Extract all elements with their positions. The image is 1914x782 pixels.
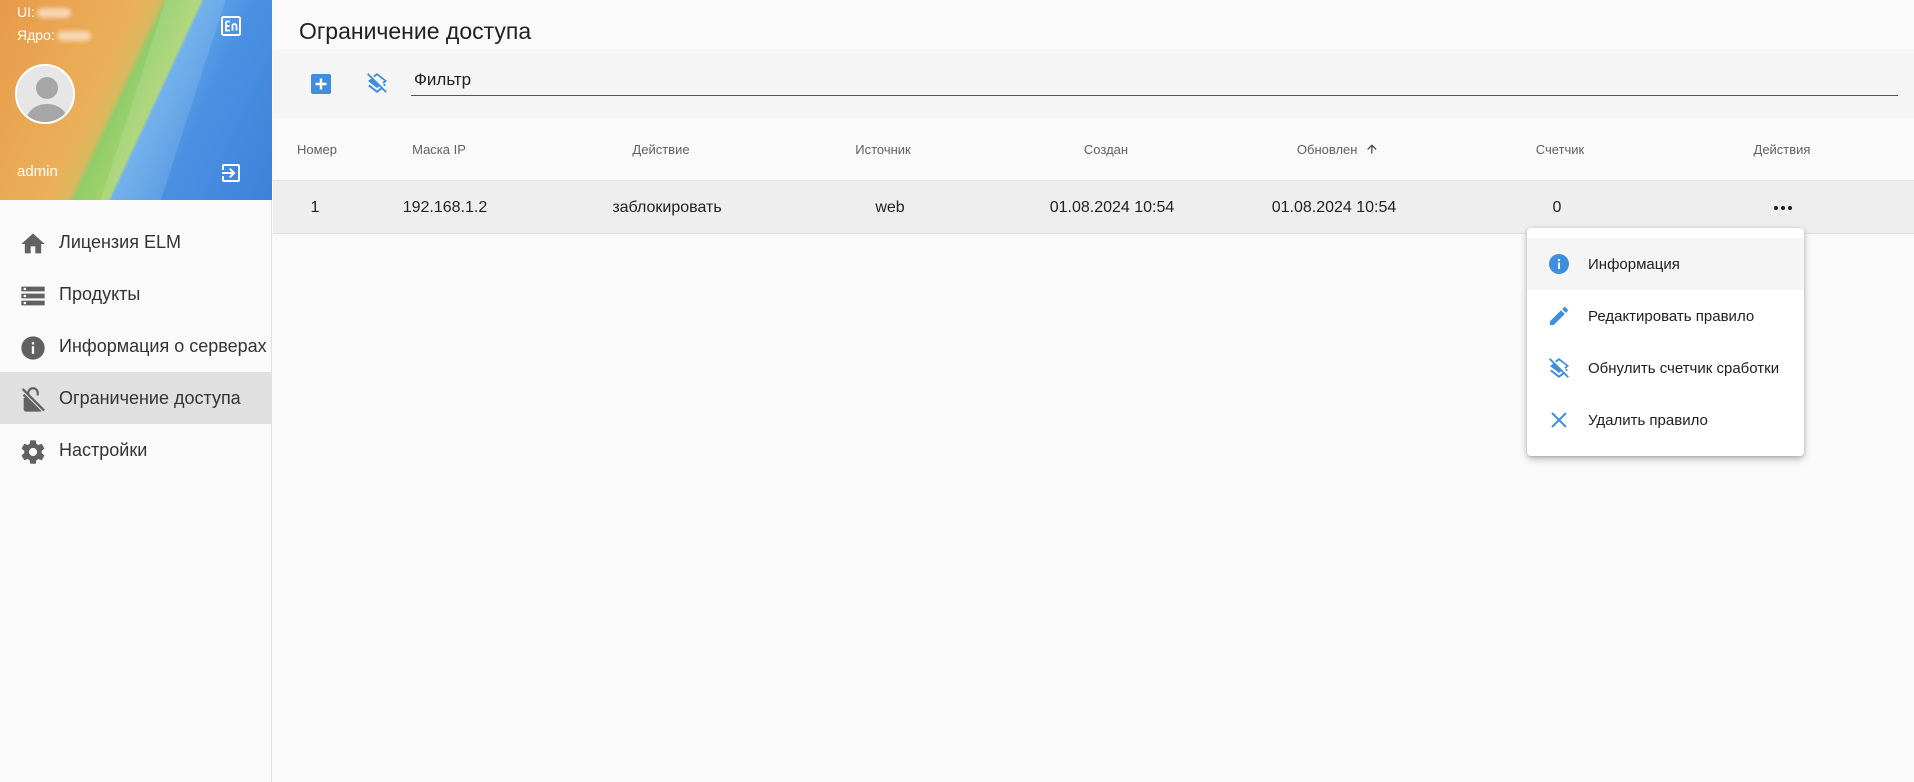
cell-action: заблокировать	[612, 199, 722, 216]
pencil-icon	[1547, 304, 1571, 328]
column-header-actions: Действия	[1753, 142, 1811, 157]
menu-item-label: Удалить правило	[1588, 411, 1708, 429]
avatar	[15, 64, 75, 124]
sidebar-item-settings[interactable]: Настройки	[0, 424, 272, 476]
core-version-value-blurred	[56, 31, 91, 42]
reset-counters-button[interactable]	[365, 71, 389, 95]
cell-source: web	[875, 199, 905, 216]
sidebar-item-license[interactable]: Лицензия ELM	[0, 216, 272, 268]
sidebar-item-servers-info[interactable]: Информация о серверах	[0, 320, 272, 372]
column-header-updated[interactable]: Обновлен	[1297, 142, 1379, 157]
language-switch-icon[interactable]	[219, 14, 243, 38]
layers-off-icon	[367, 73, 387, 93]
sidebar: UI: Ядро: admin Лицензия ELM Продукты Ин…	[0, 0, 272, 782]
column-header-created[interactable]: Создан	[1084, 142, 1128, 157]
home-icon	[19, 230, 47, 258]
info-icon	[19, 334, 47, 362]
menu-item-label: Информация	[1588, 255, 1680, 273]
filter-label: Фильтр	[414, 69, 472, 89]
sidebar-nav: Лицензия ELM Продукты Информация о серве…	[0, 216, 272, 476]
core-version: Ядро:	[17, 27, 91, 43]
sidebar-item-label: Информация о серверах	[59, 335, 267, 356]
cell-number: 1	[310, 199, 320, 216]
lock-off-icon	[19, 386, 47, 414]
sidebar-item-label: Продукты	[59, 283, 141, 304]
add-box-icon	[311, 74, 331, 94]
core-version-label: Ядро:	[17, 27, 55, 43]
ui-version-value-blurred	[36, 8, 71, 19]
ui-version-label: UI:	[17, 4, 35, 20]
cell-counter: 0	[1552, 199, 1562, 216]
sidebar-item-access-restriction[interactable]: Ограничение доступа	[0, 372, 272, 424]
cell-updated: 01.08.2024 10:54	[1271, 199, 1397, 216]
add-rule-button[interactable]	[310, 73, 332, 95]
table-header: Номер Маска IP Действие Источник Создан …	[273, 118, 1914, 181]
column-header-ip-mask[interactable]: Маска IP	[412, 142, 466, 157]
close-icon	[1547, 408, 1571, 432]
sidebar-item-products[interactable]: Продукты	[0, 268, 272, 320]
cell-ip-mask: 192.168.1.2	[402, 199, 488, 216]
app-root: UI: Ядро: admin Лицензия ELM Продукты Ин…	[0, 0, 1914, 782]
layers-off-icon	[1547, 356, 1571, 380]
filter-input[interactable]: Фильтр	[411, 64, 1898, 96]
logout-icon[interactable]	[219, 161, 243, 185]
row-actions-more-icon[interactable]	[1770, 195, 1796, 221]
menu-item-label: Редактировать правило	[1588, 307, 1755, 325]
menu-item-label: Обнулить счетчик сработки	[1588, 359, 1780, 377]
menu-item-reset-counter[interactable]: Обнулить счетчик сработки	[1527, 342, 1804, 394]
ui-version: UI:	[17, 4, 71, 20]
column-header-number[interactable]: Номер	[297, 142, 337, 157]
table-row[interactable]: 1 192.168.1.2 заблокировать web 01.08.20…	[273, 181, 1914, 234]
header-decoration	[87, 0, 233, 200]
storage-icon	[19, 282, 47, 310]
menu-item-info[interactable]: Информация	[1527, 238, 1804, 290]
toolbar: Фильтр	[273, 49, 1914, 118]
sidebar-item-label: Лицензия ELM	[59, 231, 181, 252]
menu-item-delete-rule[interactable]: Удалить правило	[1527, 394, 1804, 446]
menu-item-edit-rule[interactable]: Редактировать правило	[1527, 290, 1804, 342]
gear-icon	[19, 438, 47, 466]
sidebar-header: UI: Ядро: admin	[0, 0, 272, 200]
info-icon	[1547, 252, 1571, 276]
page-title: Ограничение доступа	[299, 18, 532, 44]
sidebar-item-label: Настройки	[59, 439, 148, 460]
column-header-updated-label: Обновлен	[1296, 142, 1358, 157]
username: admin	[17, 163, 58, 180]
column-header-counter[interactable]: Счетчик	[1536, 142, 1585, 157]
sidebar-item-label: Ограничение доступа	[59, 387, 241, 408]
cell-created: 01.08.2024 10:54	[1049, 199, 1175, 216]
sort-arrow-up-icon	[1365, 142, 1379, 156]
row-actions-menu: Информация Редактировать правило Обнулит…	[1527, 228, 1804, 456]
column-header-action[interactable]: Действие	[632, 142, 689, 157]
column-header-source[interactable]: Источник	[855, 142, 911, 157]
